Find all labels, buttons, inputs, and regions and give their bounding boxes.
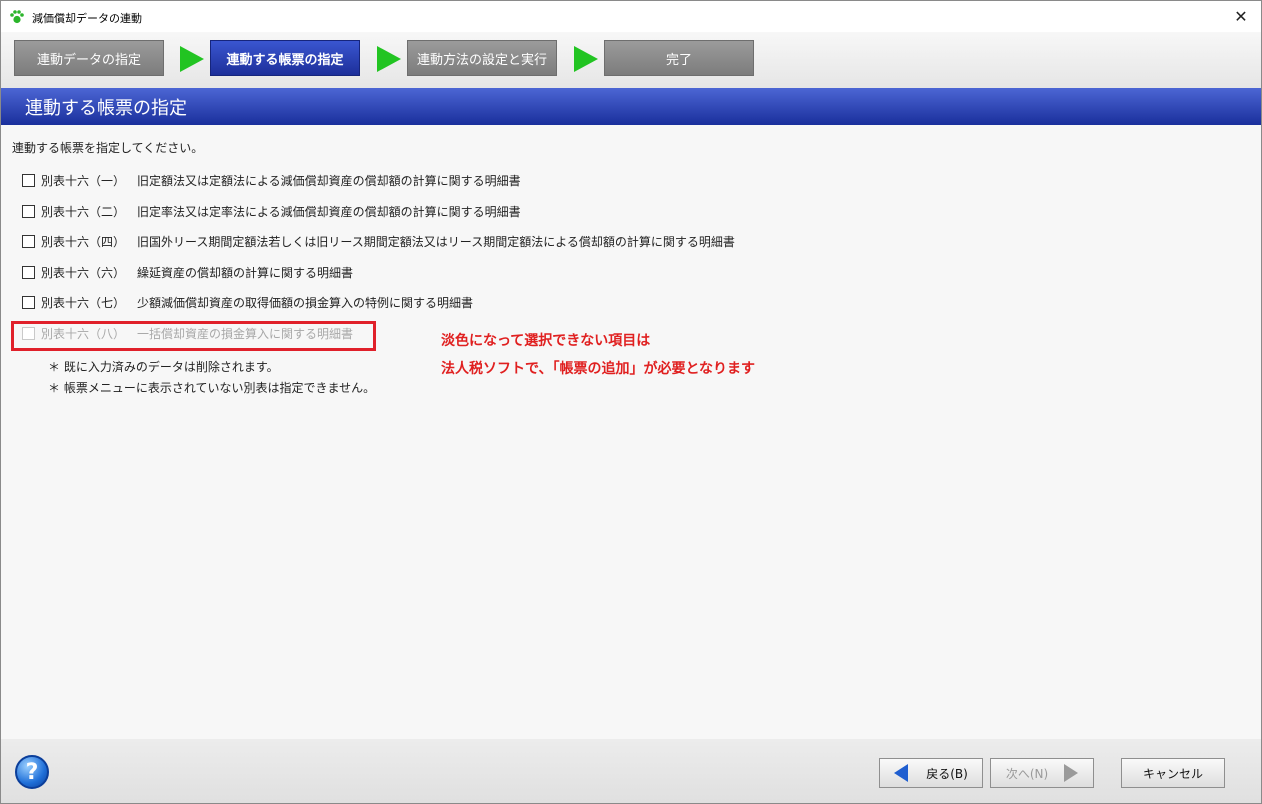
cancel-button[interactable]: キャンセル [1121,758,1225,788]
app-window: 減価償却データの連動 ✕ 連動データの指定 連動する帳票の指定 連動方法の設定と… [0,0,1262,804]
annotation-line: 淡色になって選択できない項目は [441,333,651,349]
help-button[interactable]: ? [15,755,49,789]
next-button: 次へ(N) [990,758,1094,788]
step-arrow-icon [574,46,598,72]
form-description: 少額減価償却資産の取得価額の損金算入の特例に関する明細書 [137,295,474,310]
note-item: ＊ 帳票メニューに表示されていない別表は指定できません。 [48,381,376,395]
checkbox[interactable] [22,295,35,309]
form-description: 旧国外リース期間定額法若しくは旧リース期間定額法又はリース期間定額法による償却額… [137,234,735,249]
cancel-label: キャンセル [1142,766,1203,781]
arrow-right-icon [1064,764,1079,782]
step-arrow-icon [180,46,204,72]
step-arrow-icon [377,46,401,72]
checkbox[interactable] [22,234,35,248]
checkbox[interactable] [22,265,35,279]
checkbox[interactable] [22,173,35,187]
form-code: 別表十六（二） [41,204,126,219]
form-description: 旧定率法又は定率法による減価償却資産の償却額の計算に関する明細書 [137,204,521,219]
form-option-16-2[interactable]: 別表十六（二） 旧定率法又は定率法による減価償却資産の償却額の計算に関する明細書 [22,202,521,220]
form-option-16-6[interactable]: 別表十六（六） 繰延資産の償却額の計算に関する明細書 [22,263,353,281]
close-button[interactable]: ✕ [1221,1,1261,32]
form-code: 別表十六（六） [41,265,126,280]
arrow-left-icon [894,764,909,782]
instruction-text: 連動する帳票を指定してください。 [12,141,204,155]
form-description: 旧定額法又は定額法による減価償却資産の償却額の計算に関する明細書 [137,173,521,188]
step-label: 連動データの指定 [36,52,141,68]
step-label: 連動する帳票の指定 [226,52,344,68]
footer-bar: ? 戻る(B) 次へ(N) キャンセル [1,739,1261,803]
wizard-steps: 連動データの指定 連動する帳票の指定 連動方法の設定と実行 完了 [1,32,1261,88]
form-option-16-7[interactable]: 別表十六（七） 少額減価償却資産の取得価額の損金算入の特例に関する明細書 [22,293,473,311]
step-label: 連動方法の設定と実行 [416,52,547,68]
back-button[interactable]: 戻る(B) [879,758,983,788]
back-label: 戻る(B) [926,766,968,781]
step-complete: 完了 [604,40,754,76]
title-bar: 減価償却データの連動 ✕ [1,1,1261,32]
step-settings-execute: 連動方法の設定と実行 [407,40,557,76]
page-header: 連動する帳票の指定 [1,88,1261,125]
page-title: 連動する帳票の指定 [25,97,187,119]
note-item: ＊ 既に入力済みのデータは削除されます。 [48,360,279,374]
step-select-data: 連動データの指定 [14,40,164,76]
step-select-forms: 連動する帳票の指定 [210,40,360,76]
form-code: 別表十六（七） [41,295,126,310]
form-description: 繰延資産の償却額の計算に関する明細書 [137,265,354,280]
form-code: 別表十六（一） [41,173,126,188]
help-icon: ? [25,759,39,785]
main-content: 連動する帳票を指定してください。 別表十六（一） 旧定額法又は定額法による減価償… [1,125,1261,739]
form-option-16-4[interactable]: 別表十六（四） 旧国外リース期間定額法若しくは旧リース期間定額法又はリース期間定… [22,232,735,250]
form-option-16-1[interactable]: 別表十六（一） 旧定額法又は定額法による減価償却資産の償却額の計算に関する明細書 [22,171,521,189]
form-code: 別表十六（四） [41,234,126,249]
close-icon: ✕ [1234,7,1248,26]
checkbox[interactable] [22,204,35,218]
next-label: 次へ(N) [1005,766,1049,781]
paw-icon [10,10,24,24]
disabled-item-highlight [11,321,376,351]
step-label: 完了 [665,52,692,68]
annotation-line: 法人税ソフトで、「帳票の追加」が必要となります [441,361,756,377]
window-title: 減価償却データの連動 [32,12,142,25]
